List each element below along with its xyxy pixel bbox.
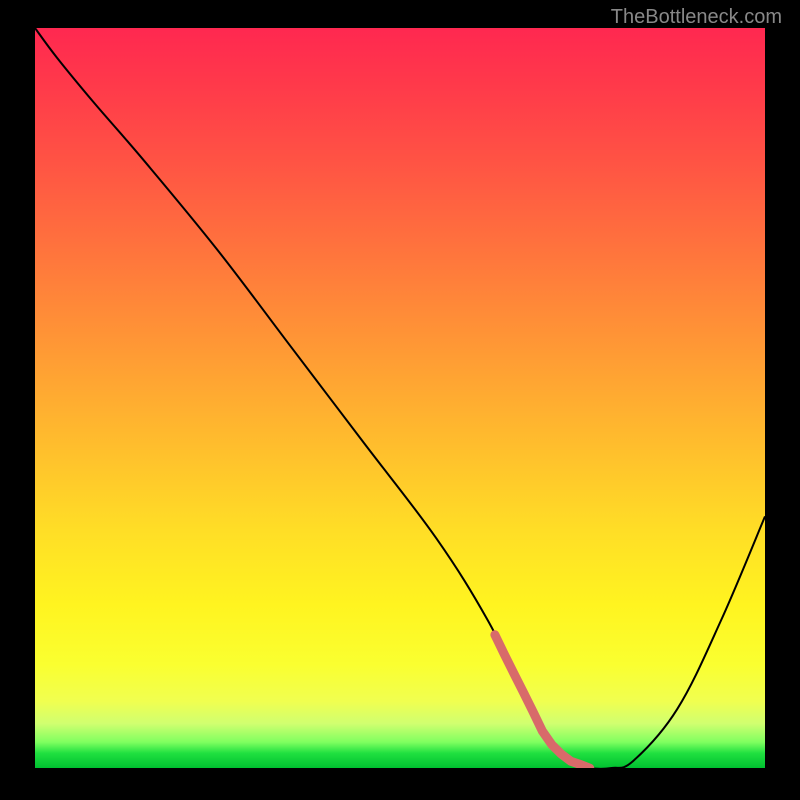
bottleneck-marker-segment	[495, 635, 590, 768]
chart-container: TheBottleneck.com	[0, 0, 800, 800]
plot-area	[35, 28, 765, 768]
curve-svg	[35, 28, 765, 768]
bottleneck-curve-path	[35, 28, 765, 768]
attribution-text: TheBottleneck.com	[611, 6, 782, 29]
